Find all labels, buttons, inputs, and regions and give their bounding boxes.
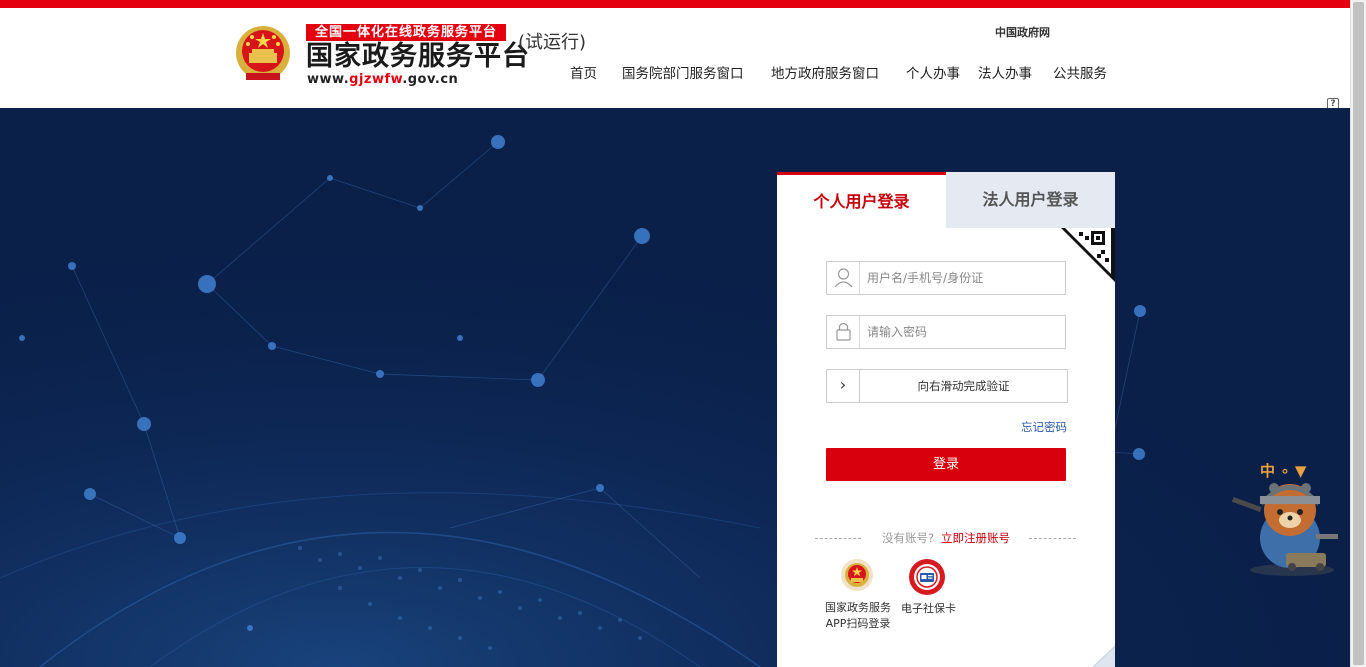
divider-left — [815, 538, 861, 539]
username-placeholder: 用户名/手机号/身份证 — [867, 271, 984, 285]
password-field[interactable]: 请输入密码 — [826, 315, 1066, 349]
logo-url-prefix: www. — [307, 72, 350, 87]
register-link[interactable]: 立即注册账号 — [941, 530, 1010, 546]
slide-verification[interactable]: › 向右滑动完成验证 — [826, 369, 1068, 403]
divider-right — [1029, 538, 1076, 539]
top-red-bar — [0, 0, 1350, 8]
social-security-card-icon[interactable] — [908, 558, 946, 596]
nav-item-state-council[interactable]: 国务院部门服务窗口 — [622, 62, 744, 82]
mascot-bear-icon[interactable]: 中 ∘ ▼ — [1230, 458, 1342, 580]
no-account-text: 没有账号? — [882, 531, 935, 545]
nav-item-home[interactable]: 首页 — [570, 62, 597, 82]
logo-title[interactable]: 国家政务服务平台 — [306, 41, 530, 73]
nav-item-personal[interactable]: 个人办事 — [906, 62, 960, 82]
logo-url-suffix: .gov.cn — [402, 72, 459, 87]
national-emblem-icon[interactable] — [234, 23, 292, 85]
tab-corporate-login[interactable]: 法人用户登录 — [946, 172, 1115, 228]
scrollbar-thumb[interactable] — [1353, 2, 1364, 665]
tab-personal-login[interactable]: 个人用户登录 — [777, 172, 946, 228]
forgot-password-link[interactable]: 忘记密码 — [1021, 419, 1067, 435]
nav-item-public[interactable]: 公共服务 — [1053, 62, 1107, 82]
network-globe-background — [0, 108, 1350, 667]
trial-run-label: (试运行) — [518, 32, 587, 53]
user-icon — [827, 262, 860, 294]
logo-url: www.gjzwfw.gov.cn — [307, 72, 458, 87]
mascot-badge: 中 ∘ ▼ — [1260, 462, 1307, 480]
logo-url-highlight: gjzwfw — [349, 72, 403, 87]
social-card-label[interactable]: 电子社保卡 — [901, 600, 956, 616]
login-button[interactable]: 登录 — [826, 448, 1066, 481]
lock-icon — [827, 316, 860, 348]
username-field[interactable]: 用户名/手机号/身份证 — [826, 261, 1066, 295]
corner-fold-icon — [1093, 646, 1115, 667]
hero-banner — [0, 108, 1350, 667]
qr-code-icon[interactable] — [1061, 228, 1115, 282]
app-emblem-icon[interactable] — [840, 558, 874, 592]
app-scan-login-label[interactable]: 国家政务服务APP扫码登录 — [823, 600, 893, 632]
nav-item-corporate[interactable]: 法人办事 — [978, 62, 1032, 82]
login-panel: 个人用户登录 法人用户登录 用户名/手机号/身份证 请输入密码 › 向右滑动完成… — [777, 172, 1115, 667]
page-scrollbar[interactable] — [1350, 0, 1366, 667]
logo-tagline: 全国一体化在线政务服务平台 — [306, 24, 506, 41]
password-placeholder: 请输入密码 — [867, 325, 928, 339]
nav-item-local-gov[interactable]: 地方政府服务窗口 — [771, 62, 879, 82]
gov-site-link[interactable]: 中国政府网 — [995, 24, 1050, 40]
slider-text: 向右滑动完成验证 — [917, 379, 1010, 393]
site-header: 全国一体化在线政务服务平台 国家政务服务平台 www.gjzwfw.gov.cn… — [0, 8, 1350, 110]
chevron-right-icon[interactable]: › — [827, 370, 860, 402]
